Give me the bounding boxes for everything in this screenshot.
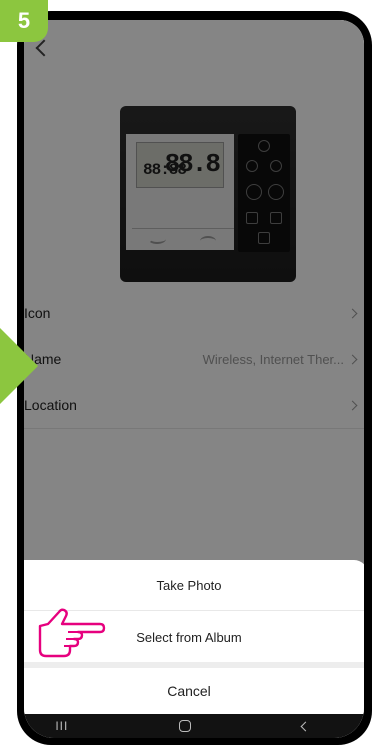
cancel-button[interactable]: Cancel — [24, 668, 364, 714]
recent-apps-icon[interactable]: III — [55, 719, 68, 733]
system-nav-bar: III — [24, 714, 364, 738]
home-icon[interactable] — [179, 720, 191, 732]
pointer-arrow-icon — [0, 328, 38, 404]
back-icon[interactable] — [300, 721, 311, 731]
pointing-hand-icon — [38, 608, 106, 658]
take-photo-button[interactable]: Take Photo — [24, 560, 364, 610]
step-badge: 5 — [0, 0, 48, 42]
step-number: 5 — [17, 8, 31, 33]
